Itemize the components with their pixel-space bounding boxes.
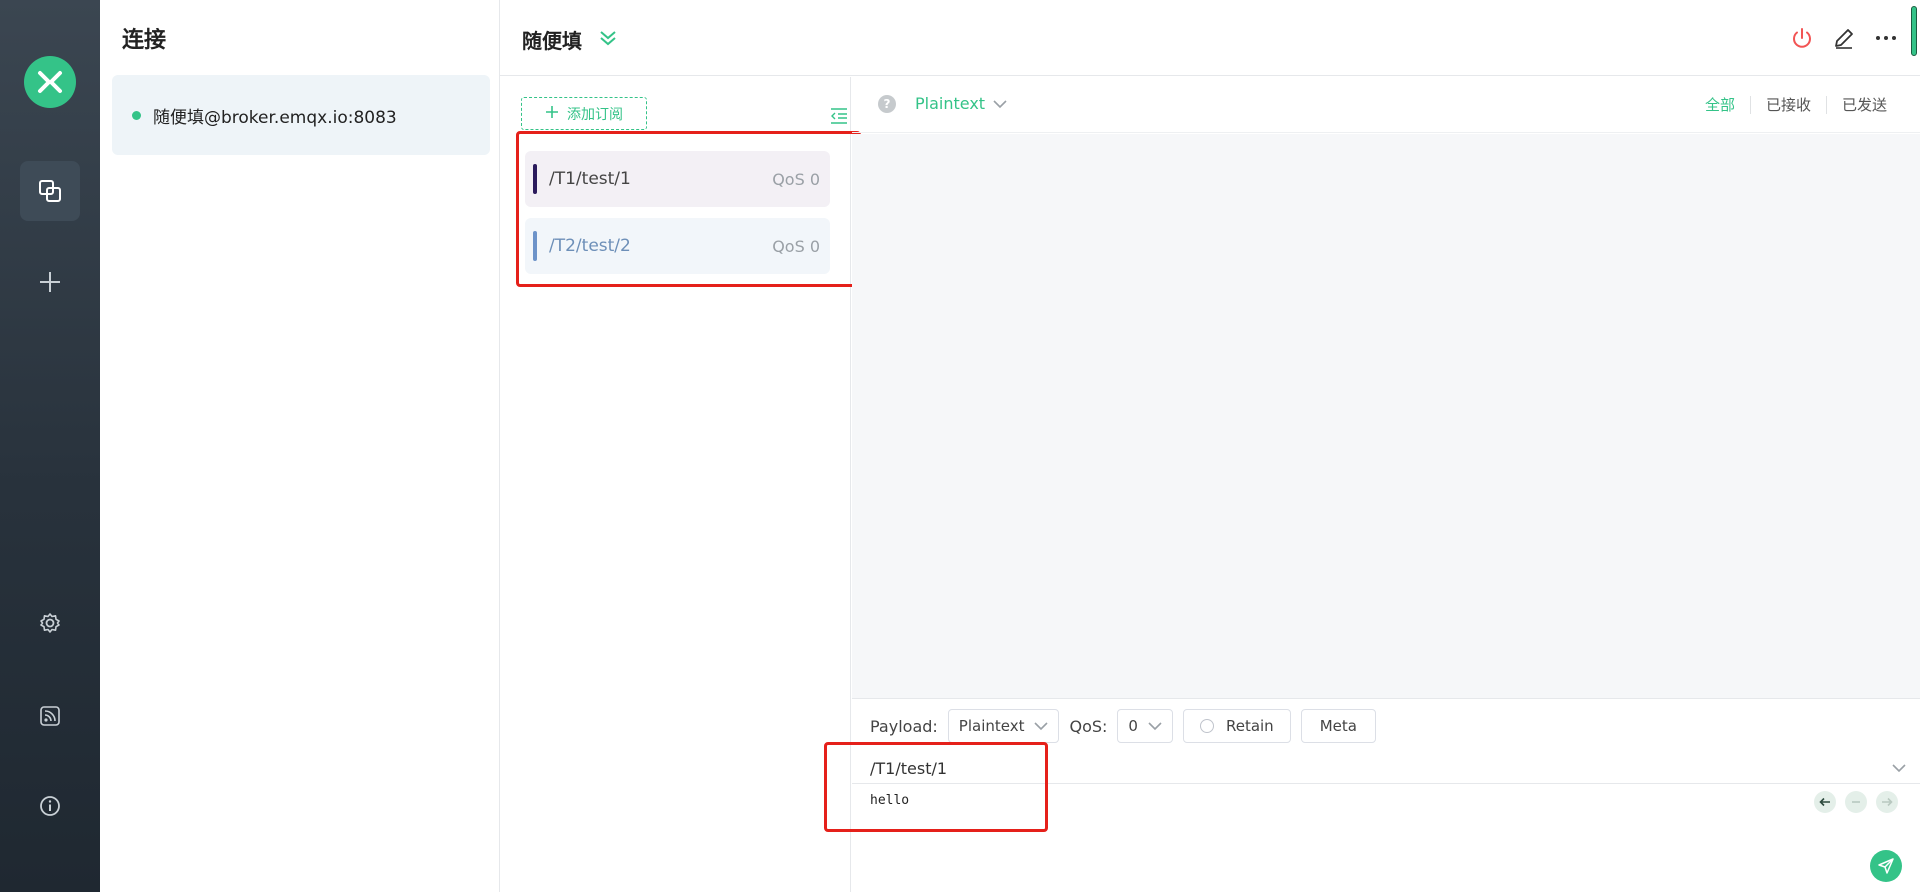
message-format-value: Plaintext (915, 94, 986, 113)
message-format-select[interactable]: Plaintext (915, 94, 1007, 113)
publish-payload-editor[interactable]: hello (870, 793, 909, 808)
filter-sent[interactable]: 已发送 (1827, 94, 1902, 115)
retain-toggle[interactable]: Retain (1182, 709, 1291, 743)
plus-icon[interactable] (20, 252, 80, 312)
help-icon[interactable]: ? (878, 95, 896, 113)
left-nav (0, 0, 100, 892)
message-filter-tabs: 全部 已接收 已发送 (1690, 94, 1902, 115)
payload-label: Payload: (870, 716, 938, 736)
publish-options-bar: Payload: Plaintext QoS: 0 Retain Meta (870, 709, 1376, 743)
connections-title: 连接 (122, 28, 167, 53)
publish-panel: Payload: Plaintext QoS: 0 Retain Meta /T… (852, 698, 1920, 892)
payload-format-select[interactable]: Plaintext (947, 709, 1060, 743)
chevron-down-icon (993, 94, 1007, 113)
history-clear-icon[interactable] (1845, 791, 1867, 813)
more-icon[interactable] (1872, 24, 1900, 52)
publish-topic-input[interactable]: /T1/test/1 (870, 753, 1900, 783)
subscription-topic: /T1/test/1 (549, 169, 631, 189)
rss-icon[interactable] (20, 686, 80, 746)
gear-icon[interactable] (20, 593, 80, 653)
qos-value: 0 (1128, 717, 1138, 735)
meta-button[interactable]: Meta (1300, 709, 1376, 743)
plus-icon (545, 105, 559, 123)
meta-label: Meta (1319, 717, 1357, 735)
edit-icon[interactable] (1830, 24, 1858, 52)
connection-title: 随便填 (522, 29, 582, 53)
scrollbar-thumb[interactable] (1911, 6, 1917, 56)
subscription-item[interactable]: /T2/test/2 QoS 0 (525, 218, 830, 274)
connection-header: 随便填 (500, 0, 1920, 76)
history-back-icon[interactable] (1814, 791, 1836, 813)
connection-name: 随便填@broker.emqx.io:8083 (153, 107, 397, 128)
subscription-item[interactable]: /T1/test/1 QoS 0 (525, 151, 830, 207)
connection-status-dot (132, 110, 141, 120)
retain-label: Retain (1225, 717, 1274, 735)
filter-all[interactable]: 全部 (1690, 94, 1750, 115)
add-subscription-label: 添加订阅 (567, 106, 623, 123)
connections-icon[interactable] (20, 161, 80, 221)
connections-panel: 连接 随便填@broker.emqx.io:8083 (100, 0, 500, 892)
subscription-topic: /T2/test/2 (549, 236, 631, 256)
retain-radio[interactable] (1199, 719, 1214, 733)
history-forward-icon[interactable] (1876, 791, 1898, 813)
chevron-down-icon[interactable] (1890, 759, 1908, 777)
add-subscription-button[interactable]: 添加订阅 (521, 97, 647, 130)
double-chevron-down-icon[interactable] (596, 26, 620, 50)
chevron-down-icon (1148, 717, 1162, 735)
send-icon[interactable] (1870, 850, 1902, 882)
subscription-qos: QoS 0 (772, 236, 820, 256)
qos-label: QoS: (1069, 716, 1108, 736)
message-list[interactable] (852, 134, 1920, 698)
messages-toolbar: ? Plaintext 全部 已接收 已发送 (852, 77, 1920, 133)
mqttx-logo-icon[interactable] (24, 56, 76, 108)
publish-divider (852, 783, 1920, 784)
subscription-color-bar (533, 231, 537, 261)
subscription-qos: QoS 0 (772, 169, 820, 189)
qos-select[interactable]: 0 (1117, 709, 1173, 743)
filter-received[interactable]: 已接收 (1751, 94, 1826, 115)
subscription-color-bar (533, 164, 537, 194)
chevron-down-icon (1034, 717, 1049, 735)
subscriptions-panel: 添加订阅 /T1/test/1 QoS 0 /T2/test/2 QoS 0 (500, 77, 851, 892)
power-icon[interactable] (1788, 24, 1816, 52)
info-icon[interactable] (20, 776, 80, 836)
app-window: 连接 随便填@broker.emqx.io:8083 随便填 添加订阅 /T1/… (0, 0, 1920, 892)
payload-format-value: Plaintext (958, 717, 1025, 735)
connection-item[interactable]: 随便填@broker.emqx.io:8083 (112, 75, 490, 155)
collapse-panel-icon[interactable] (830, 107, 848, 125)
